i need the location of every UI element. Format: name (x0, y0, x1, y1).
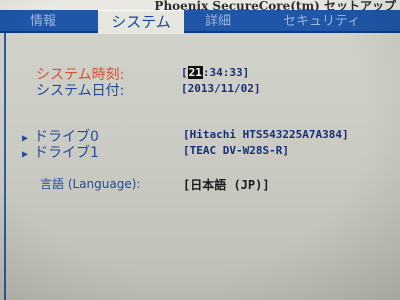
title-bar: Phoenix SecureCore(tm) セットアップ (0, 0, 400, 13)
drive0-value: [Hitachi HTS543225A7A384] (183, 128, 349, 141)
language-row[interactable]: 言語 (Language): (40, 175, 140, 192)
tab-security[interactable]: セキュリティ (283, 12, 360, 31)
time-rest: :34:33 (202, 66, 243, 79)
language-field[interactable]: [日本語 (JP)] (183, 176, 270, 193)
time-close-bracket: ] (242, 66, 250, 79)
panel-border (4, 33, 6, 300)
drive1-label: ドライブ1 (34, 145, 99, 161)
language-label: 言語 (Language): (40, 177, 141, 191)
system-date-field[interactable]: [2013/11/02] (181, 82, 260, 95)
system-date-row[interactable]: システム日付: (36, 80, 124, 100)
tab-advanced[interactable]: 詳細 (205, 12, 231, 31)
system-time-field[interactable]: [21:34:33] (181, 66, 249, 79)
time-open-bracket: [ (181, 66, 188, 79)
time-hour-cursor[interactable]: 21 (187, 66, 203, 79)
tab-system[interactable]: システム (98, 10, 184, 34)
triangle-right-icon: ▶ (22, 149, 29, 160)
bios-setup-screen: Phoenix SecureCore(tm) セットアップ 情報 システム 詳細… (0, 0, 400, 300)
drive1-row[interactable]: ▶ ドライブ1 (22, 142, 99, 162)
tab-bar: 情報 システム 詳細 セキュリティ (0, 10, 400, 34)
drive1-value: [TEAC DV-W28S-R] (183, 144, 289, 157)
tab-info[interactable]: 情報 (30, 12, 56, 31)
system-date-label: システム日付: (36, 83, 125, 99)
